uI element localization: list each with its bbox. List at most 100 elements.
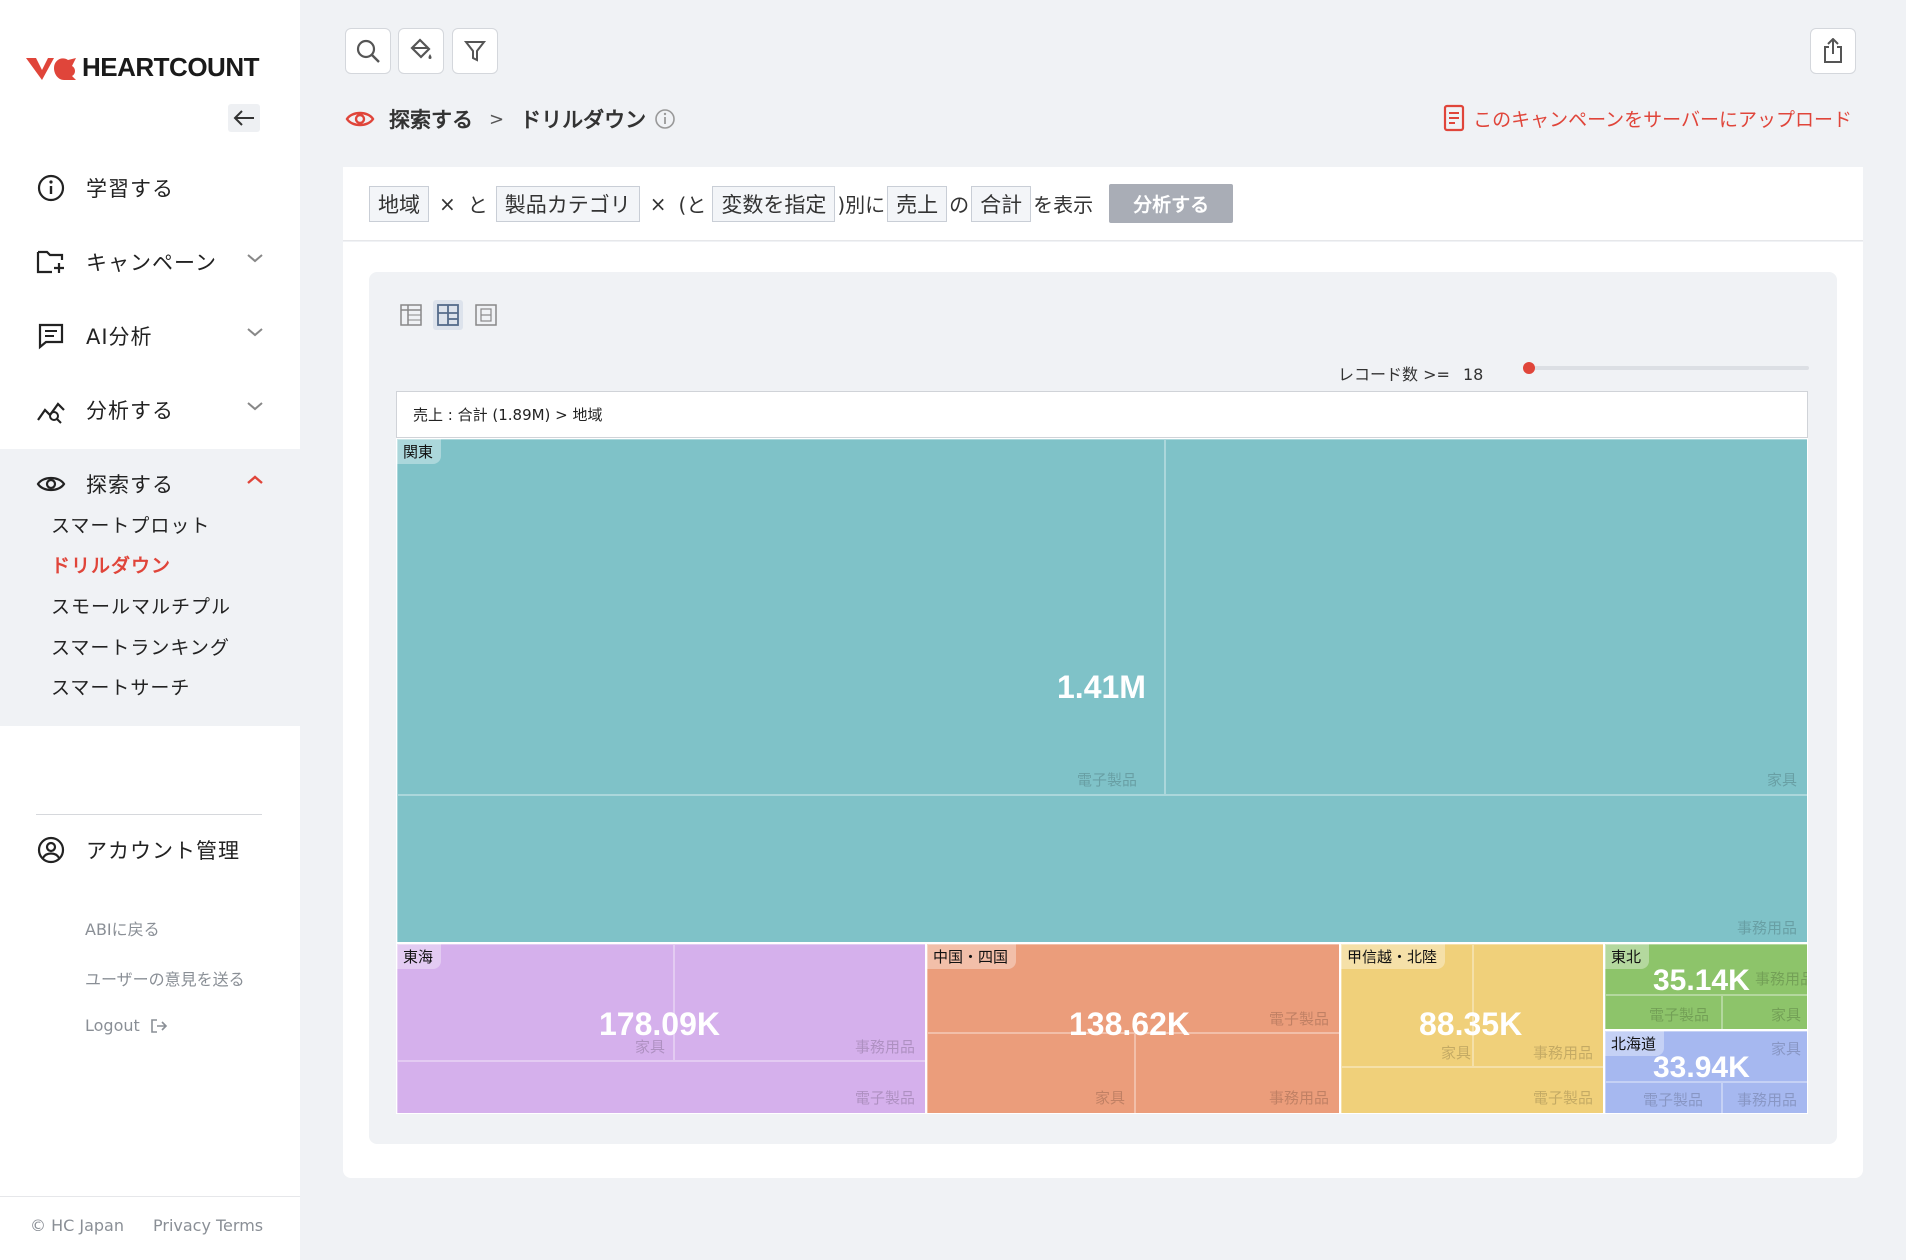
category-label: 家具 [1095, 1089, 1126, 1107]
search-button[interactable] [345, 28, 391, 74]
analyze-button[interactable]: 分析する [1109, 184, 1234, 223]
chevron-down-icon [247, 254, 263, 263]
by-text: )別に [837, 193, 886, 217]
treemap-cell[interactable]: 家具 事務用品 電子製品 178.09K 東海 [396, 943, 926, 1114]
brand-name: HEARTCOUNT [82, 52, 260, 82]
upload-campaign-link[interactable]: このキャンペーンをサーバーにアップロード [1443, 104, 1852, 132]
category-label: 電子製品 [1649, 1006, 1710, 1024]
region-value: 88.35K [1419, 1006, 1523, 1042]
treemap-cell[interactable]: 電子製品 家具 事務用品 1.41M 関東 [396, 438, 1808, 943]
treemap-cell[interactable]: 電子製品家具 事務用品 138.62K 中国・四国 [926, 943, 1340, 1114]
category-label: 事務用品 [1533, 1044, 1594, 1062]
breadcrumb: 探索する > ドリルダウン [345, 104, 676, 134]
filter-button[interactable] [452, 28, 498, 74]
remove-dimension-region[interactable]: × [439, 192, 456, 216]
nav-analyze[interactable]: 分析する [0, 380, 300, 440]
category-label: 電子製品 [855, 1089, 916, 1107]
grid-icon [475, 304, 497, 326]
category-label: 家具 [1771, 1006, 1802, 1024]
privacy-link[interactable]: Privacy [153, 1216, 211, 1235]
region-value: 178.09K [599, 1006, 720, 1042]
send-feedback-link[interactable]: ユーザーの意見を送る [85, 966, 245, 990]
logout-icon [150, 1018, 167, 1033]
query-builder: 地域 × と 製品カテゴリ × (と 変数を指定 )別に 売上 の 合計 を表示… [343, 167, 1863, 241]
document-icon [1444, 104, 1465, 132]
category-label: 電子製品 [1269, 1010, 1330, 1028]
treemap-icon [437, 304, 459, 326]
terms-link[interactable]: Terms [216, 1216, 263, 1235]
nav-campaign[interactable]: キャンペーン [0, 232, 300, 292]
heartcount-logo-icon [26, 57, 76, 80]
region-value: 138.62K [1069, 1006, 1190, 1042]
treemap-title: 売上 : 合計 (1.89M) > 地域 [396, 391, 1808, 438]
slider-handle[interactable] [1523, 362, 1535, 374]
share-button[interactable] [1810, 28, 1856, 74]
nav-explore[interactable]: 探索する [0, 454, 300, 514]
paint-button[interactable] [398, 28, 444, 74]
back-to-abi-link[interactable]: ABIに戻る [85, 916, 160, 940]
region-value: 35.14K [1653, 964, 1750, 997]
logout-link[interactable]: Logout [85, 1016, 168, 1035]
category-label: 事務用品 [1269, 1089, 1330, 1107]
remove-dimension-category[interactable]: × [650, 192, 667, 216]
treemap: 電子製品 家具 事務用品 1.41M 関東 家具 事務用品 電子製品 178.09K 東海 電子製品… [396, 438, 1808, 1114]
nav-learn[interactable]: 学習する [0, 158, 300, 218]
measure-token-sales[interactable]: 売上 [887, 185, 948, 222]
region-label: 関東 [397, 439, 442, 464]
record-count-slider[interactable] [1523, 362, 1809, 374]
region-label: 東北 [1605, 944, 1650, 969]
region-value: 1.41M [1057, 669, 1146, 705]
category-label: 電子製品 [1643, 1091, 1704, 1109]
region-label: 北海道 [1605, 1031, 1665, 1056]
nav-ai-analysis[interactable]: AI分析 [0, 306, 300, 366]
eye-icon [36, 469, 66, 499]
category-label: 電子製品 [1077, 771, 1138, 789]
dimension-token-category[interactable]: 製品カテゴリ [495, 185, 640, 222]
arrow-left-icon [233, 110, 254, 126]
treemap-cell[interactable]: 家具 電子製品 事務用品 33.94K 北海道 [1604, 1030, 1808, 1114]
treemap-subcell[interactable] [397, 795, 1807, 942]
search-icon [356, 39, 380, 63]
region-label: 東海 [397, 944, 442, 969]
sub-smart-plot[interactable]: スマートプロット [51, 511, 210, 538]
nav-label: 分析する [86, 399, 174, 423]
treemap-subcell[interactable] [397, 1061, 925, 1113]
sub-smart-search[interactable]: スマートサーチ [51, 673, 190, 700]
treemap-cell[interactable]: 家具 事務用品 電子製品 88.35K 甲信越・北陸 [1340, 943, 1604, 1114]
info-icon[interactable] [654, 108, 676, 130]
treemap-subcell[interactable] [1165, 439, 1807, 795]
treemap-subcell[interactable] [397, 439, 1165, 795]
region-value: 33.94K [1653, 1051, 1750, 1084]
category-label: 事務用品 [1737, 1091, 1798, 1109]
info-icon [36, 173, 66, 203]
variable-selector[interactable]: 変数を指定 [712, 185, 836, 222]
chevron-down-icon [247, 328, 263, 337]
sub-drilldown[interactable]: ドリルダウン [51, 551, 171, 578]
sub-small-multiple[interactable]: スモールマルチプル [51, 592, 231, 619]
chevron-down-icon [247, 402, 263, 411]
region-label: 中国・四国 [927, 944, 1017, 969]
eye-icon [345, 111, 375, 127]
nav-label: キャンペーン [86, 251, 217, 275]
table-view-button[interactable] [396, 300, 426, 330]
sidebar-divider [36, 814, 262, 815]
record-count-value: 18 [1463, 365, 1484, 384]
collapse-sidebar-button[interactable] [228, 104, 260, 132]
treemap-view-button[interactable] [433, 300, 463, 330]
record-count-label: レコード数 >= [1338, 365, 1450, 384]
dimension-token-region[interactable]: 地域 [369, 185, 429, 222]
sub-smart-ranking[interactable]: スマートランキング [51, 633, 230, 660]
share-icon [1824, 38, 1842, 63]
breadcrumb-root[interactable]: 探索する [389, 104, 473, 134]
filter-icon [463, 41, 487, 62]
nav-account[interactable]: アカウント管理 [0, 820, 300, 880]
category-label: 家具 [1767, 771, 1798, 789]
grid-view-button[interactable] [471, 300, 501, 330]
region-label: 甲信越・北陸 [1341, 944, 1446, 969]
paint-bucket-icon [410, 38, 432, 59]
aggregation-token[interactable]: 合計 [971, 185, 1032, 222]
logo[interactable]: HEARTCOUNT [24, 52, 260, 83]
explore-group: 探索する スマートプロット ドリルダウン スモールマルチプル スマートランキング… [0, 449, 300, 726]
treemap-cell[interactable]: 事務用品電子製品 家具 35.14K東北 [1604, 943, 1808, 1030]
of-text: の [949, 193, 970, 217]
